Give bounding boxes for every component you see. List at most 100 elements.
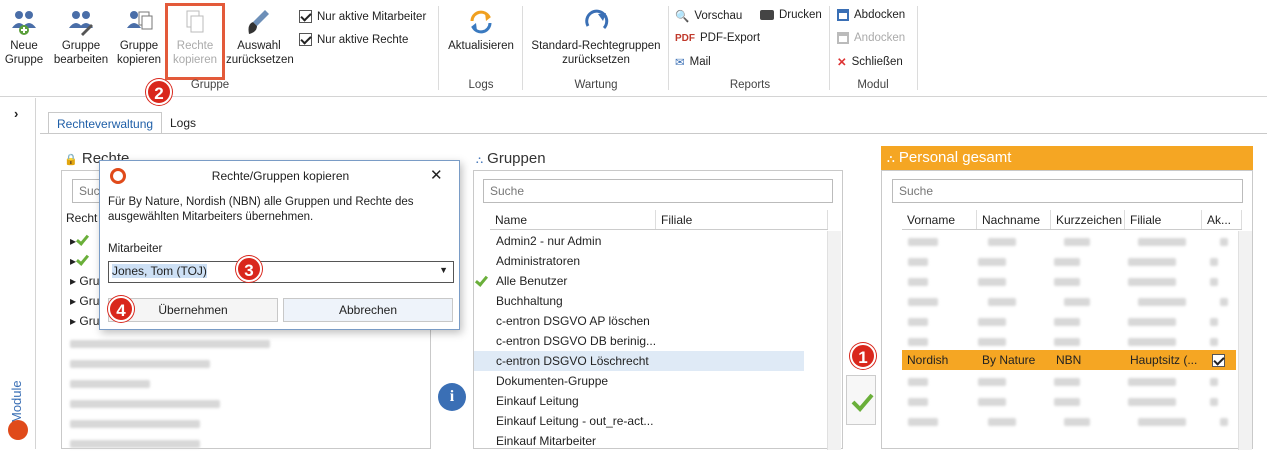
reset-icon <box>582 8 610 36</box>
cancel-button[interactable]: Abbrechen <box>283 298 453 322</box>
person-row[interactable] <box>902 311 1218 331</box>
mail-button[interactable]: ✉ Mail <box>675 55 711 69</box>
group-row[interactable]: Buchhaltung <box>474 291 804 311</box>
group-row[interactable]: Dokumenten-Gruppe <box>474 371 804 391</box>
person-row[interactable] <box>902 271 1218 291</box>
person-row[interactable] <box>902 331 1218 351</box>
scrollbar[interactable] <box>1238 231 1252 450</box>
groups-panel-title: ⛬ Gruppen <box>476 150 546 167</box>
person-row[interactable] <box>902 411 1228 431</box>
module-sidebar: › Module <box>0 98 36 449</box>
chevron-down-icon[interactable]: ▼ <box>439 265 448 275</box>
active-rights-checkbox[interactable]: Nur aktive Rechte <box>299 33 408 46</box>
copy-rights-button[interactable]: Rechte kopieren <box>165 3 225 80</box>
tab-logs[interactable]: Logs <box>170 116 196 130</box>
preview-button[interactable]: 🔍 Vorschau <box>675 9 742 23</box>
pdf-export-label: PDF-Export <box>700 32 761 44</box>
mail-icon: ✉ <box>675 57 685 69</box>
rights-row[interactable] <box>62 333 270 353</box>
info-button[interactable]: i <box>438 383 466 411</box>
active-checkbox[interactable] <box>1202 350 1236 370</box>
reset-default-groups-button[interactable]: Standard-Rechtegruppen zurücksetzen <box>526 8 666 67</box>
copy-rights-dialog: Rechte/Gruppen kopieren ✕ Für By Nature,… <box>99 160 460 330</box>
new-group-button[interactable]: Neue Gruppe <box>4 8 44 67</box>
person-row[interactable] <box>902 291 1228 311</box>
tab-rechteverwaltung[interactable]: Rechteverwaltung <box>48 112 163 134</box>
active-employees-label: Nur aktive Mitarbeiter <box>317 10 427 23</box>
rights-row[interactable]: ▸ <box>62 251 90 271</box>
rights-row-label: Gru <box>79 314 100 328</box>
person-row[interactable] <box>902 231 1228 251</box>
rights-row[interactable] <box>62 413 200 433</box>
close-module-button[interactable]: ✕ Schließen <box>837 55 903 69</box>
checkbox-box[interactable] <box>299 33 312 46</box>
cell-vorname: Nordish <box>907 353 949 367</box>
group-row[interactable]: Alle Benutzer <box>474 271 804 291</box>
active-employees-checkbox[interactable]: Nur aktive Mitarbeiter <box>299 10 426 23</box>
callout-1: 1 <box>850 343 876 369</box>
refresh-button[interactable]: Aktualisieren <box>444 8 518 53</box>
personal-panel: Suche Vorname Nachname Kurzzeichen Filia… <box>881 170 1253 450</box>
col-filiale[interactable]: Filiale <box>1125 210 1202 229</box>
undock-button[interactable]: Abdocken <box>837 9 905 21</box>
callout-3: 3 <box>236 256 262 282</box>
group-caption-modul: Modul <box>857 79 889 91</box>
group-caption-wartung: Wartung <box>574 79 618 91</box>
checkbox-box[interactable] <box>299 10 312 23</box>
rights-row[interactable] <box>62 373 150 393</box>
group-row[interactable]: c-entron DSGVO DB berinig... <box>474 331 804 351</box>
group-row[interactable]: Administratoren <box>474 251 804 271</box>
lock-icon: 🔒 <box>64 154 78 166</box>
rights-row[interactable] <box>62 393 220 413</box>
rights-row[interactable]: ▸ Gru <box>62 291 99 311</box>
group-row[interactable]: c-entron DSGVO Löschrecht <box>474 351 804 371</box>
group-row[interactable]: Einkauf Leitung <box>474 391 804 411</box>
undock-icon <box>837 9 849 21</box>
person-row[interactable] <box>902 251 1218 271</box>
rights-row[interactable] <box>62 433 200 453</box>
selected-person-row[interactable]: Nordish By Nature NBN Hauptsitz (... <box>902 350 1236 370</box>
rights-row[interactable]: ▸ Gru <box>62 271 99 291</box>
scrollbar[interactable] <box>827 231 841 450</box>
dock-label: Andocken <box>854 32 906 44</box>
copy-group-button[interactable]: Gruppe kopieren <box>115 8 163 67</box>
col-filiale[interactable]: Filiale <box>656 210 828 229</box>
group-row[interactable]: Admin2 - nur Admin <box>474 231 804 251</box>
reset-selection-button[interactable]: Auswahl zurücksetzen <box>226 8 294 67</box>
group-row-label: Buchhaltung <box>496 294 563 308</box>
groups-title-text: Gruppen <box>487 150 546 167</box>
col-nachname[interactable]: Nachname <box>977 210 1051 229</box>
person-row[interactable] <box>902 391 1218 411</box>
personal-title-text: Personal gesamt <box>898 149 1012 166</box>
group-hierarchy-icon: ⛬ <box>476 155 483 166</box>
copy-rights-icon <box>181 8 209 36</box>
rights-row[interactable] <box>62 353 210 373</box>
employee-select[interactable]: Jones, Tom (TOJ) ▼ <box>108 261 454 283</box>
copy-rights-label: Rechte kopieren <box>172 40 218 66</box>
group-row[interactable]: Einkauf Leitung - out_re-act... <box>474 411 804 431</box>
col-name[interactable]: Name <box>490 210 656 229</box>
col-vorname[interactable]: Vorname <box>902 210 977 229</box>
pdf-icon: PDF <box>675 32 695 44</box>
dock-button[interactable]: Andocken <box>837 32 905 44</box>
personal-search-input[interactable]: Suche <box>892 179 1243 203</box>
apply-check-button[interactable] <box>846 375 876 425</box>
groups-search-input[interactable]: Suche <box>483 179 833 203</box>
dialog-close-icon[interactable]: ✕ <box>430 166 443 184</box>
expand-chevron-icon[interactable]: › <box>14 106 18 121</box>
rights-row[interactable]: ▸ Gru <box>62 311 99 331</box>
edit-group-icon <box>67 8 95 36</box>
print-button[interactable]: Drucken <box>760 9 822 21</box>
group-row[interactable]: c-entron DSGVO AP löschen <box>474 311 804 331</box>
col-kurzzeichen[interactable]: Kurzzeichen <box>1051 210 1125 229</box>
person-row[interactable] <box>902 371 1218 391</box>
module-label[interactable]: Module <box>9 380 29 423</box>
preview-icon: 🔍 <box>675 11 690 23</box>
rights-row[interactable]: ▸ <box>62 231 90 251</box>
edit-group-button[interactable]: Gruppe bearbeiten <box>52 8 110 67</box>
col-aktiv[interactable]: Ak... <box>1202 210 1242 229</box>
group-row-label: Administratoren <box>496 254 581 268</box>
tab-divider <box>40 133 1267 134</box>
pdf-export-button[interactable]: PDF PDF-Export <box>675 32 760 44</box>
group-row[interactable]: Einkauf Mitarbeiter <box>474 431 804 451</box>
